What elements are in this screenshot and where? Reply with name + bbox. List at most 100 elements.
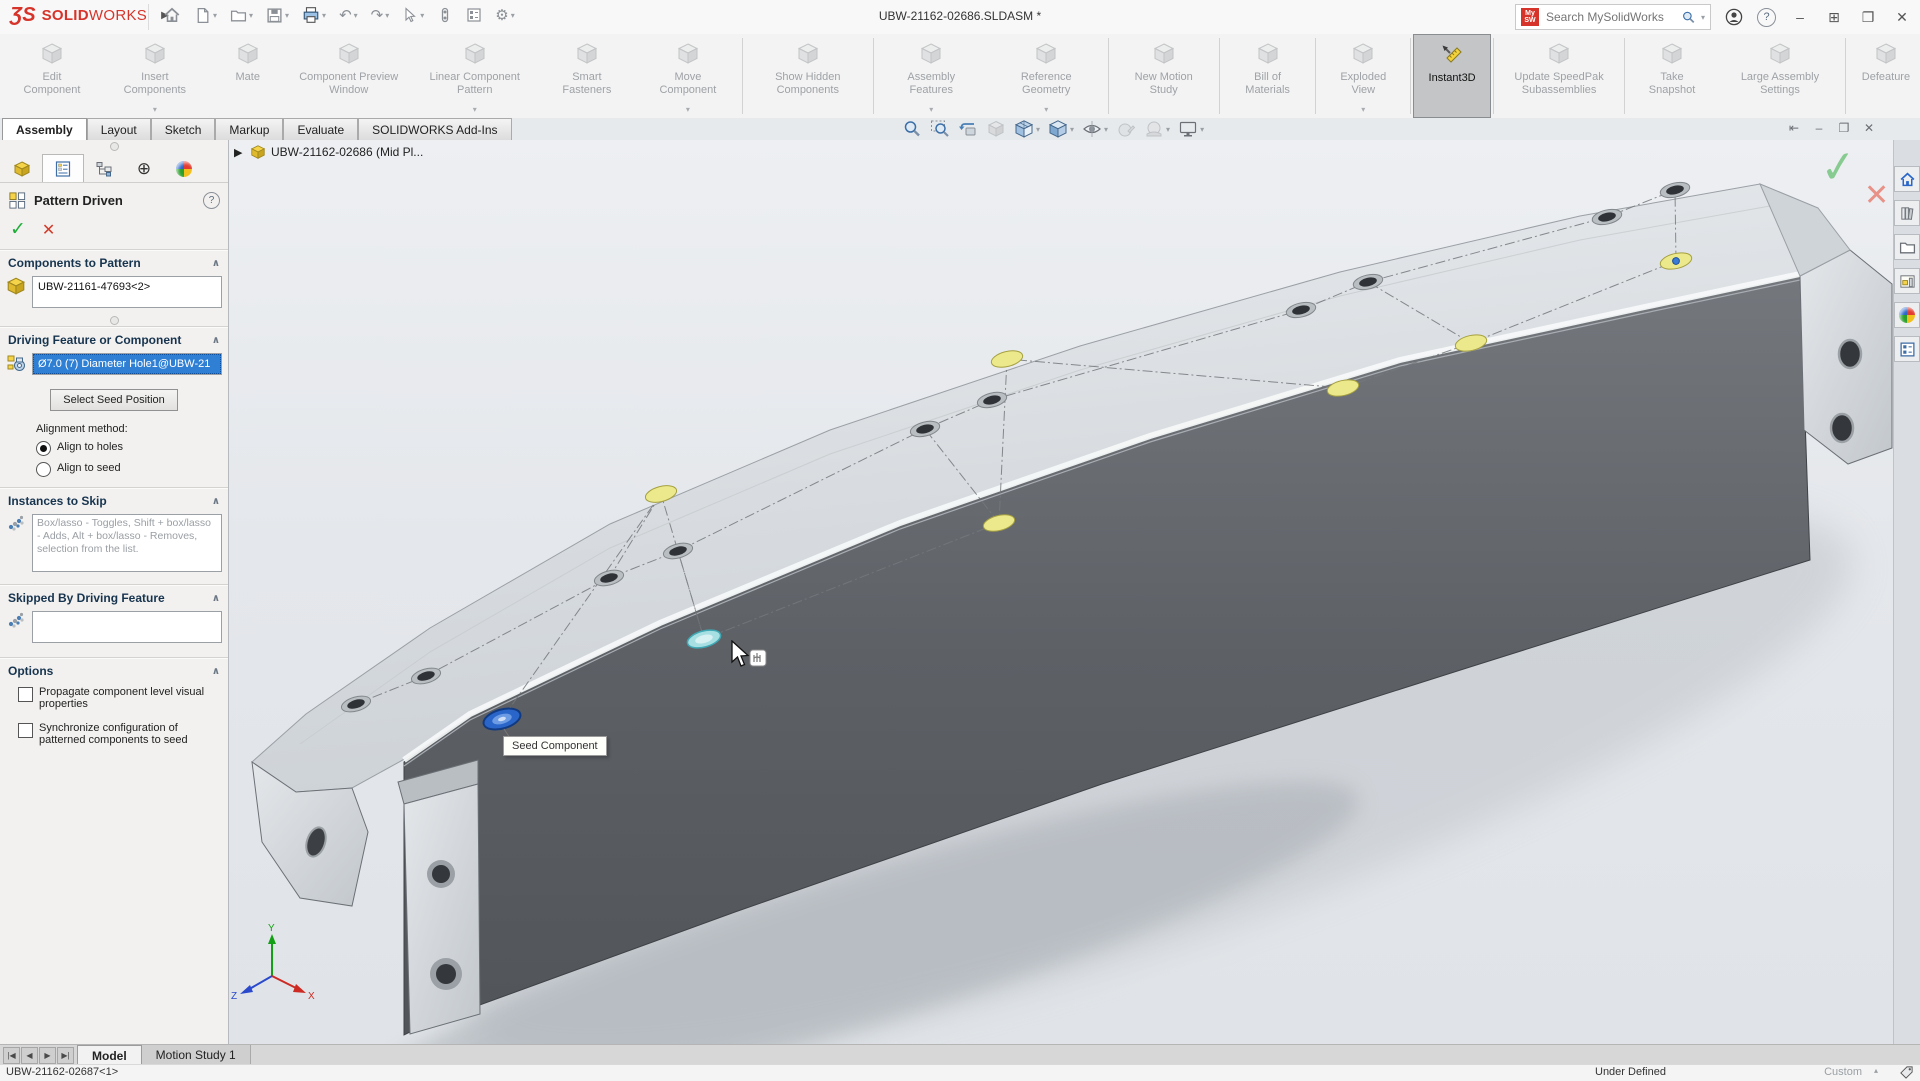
- dropdown-icon[interactable]: ▾: [1044, 105, 1048, 116]
- display-style-icon[interactable]: ▾: [1048, 119, 1074, 139]
- confirm-cancel-button[interactable]: ✕: [1864, 178, 1889, 213]
- radio-selected-icon[interactable]: [36, 441, 51, 456]
- tab-evaluate[interactable]: Evaluate: [283, 118, 358, 140]
- ribbon-assembly-features[interactable]: Assembly Features▾: [876, 34, 987, 118]
- driving-feature-header[interactable]: Driving Feature or Component∧: [0, 327, 228, 351]
- zoom-to-area-icon[interactable]: [930, 119, 950, 139]
- tab-markup[interactable]: Markup: [215, 118, 283, 140]
- home-tab-icon[interactable]: [1894, 166, 1920, 192]
- last-tab-icon[interactable]: ▶|: [57, 1047, 74, 1064]
- radio-icon[interactable]: [36, 462, 51, 477]
- featuremanager-tab[interactable]: [2, 155, 42, 182]
- panel-splitter[interactable]: [0, 140, 228, 152]
- previous-view-icon[interactable]: [958, 119, 978, 139]
- confirm-ok-button[interactable]: ✓: [1817, 140, 1859, 195]
- dropdown-icon[interactable]: ▾: [473, 105, 477, 116]
- doc-minimize-icon[interactable]: –: [1811, 121, 1827, 135]
- ribbon-exploded-view[interactable]: Exploded View▾: [1318, 34, 1408, 118]
- tab-layout[interactable]: Layout: [87, 118, 151, 140]
- minimize-button[interactable]: –: [1790, 9, 1810, 25]
- component-item[interactable]: UBW-21161-47693<2>: [33, 277, 221, 297]
- skipped-by-driving-header[interactable]: Skipped By Driving Feature∧: [0, 585, 228, 609]
- appearances-icon[interactable]: [1894, 302, 1920, 328]
- user-account-icon[interactable]: [1725, 8, 1743, 26]
- ribbon-show-hidden-components[interactable]: Show Hidden Components: [745, 34, 871, 118]
- ribbon-edit-component[interactable]: Edit Component: [4, 34, 100, 118]
- synchronize-configuration-option[interactable]: Synchronize configuration of patterned c…: [0, 718, 228, 748]
- section-view-icon[interactable]: [986, 119, 1006, 139]
- dock-pane-icon[interactable]: ⇤: [1786, 121, 1802, 135]
- apply-scene-icon[interactable]: ▾: [1144, 119, 1170, 139]
- collapse-icon[interactable]: ∧: [212, 593, 220, 604]
- pm-cancel-button[interactable]: ✕: [42, 220, 55, 240]
- driving-feature-item[interactable]: Ø7.0 (7) Diameter Hole1@UBW-21: [33, 354, 221, 374]
- view-settings-icon[interactable]: ▾: [1178, 119, 1204, 139]
- collapse-icon[interactable]: ∧: [212, 258, 220, 269]
- model-tab[interactable]: Model: [77, 1045, 142, 1065]
- search-box[interactable]: My SW ▾: [1515, 4, 1711, 30]
- options-header[interactable]: Options∧: [0, 658, 228, 682]
- pm-help-icon[interactable]: ?: [203, 192, 220, 209]
- help-icon[interactable]: ?: [1757, 8, 1776, 27]
- instances-to-skip-header[interactable]: Instances to Skip∧: [0, 488, 228, 512]
- displaymanager-tab[interactable]: [164, 155, 204, 182]
- propagate-visual-properties-option[interactable]: Propagate component level visual propert…: [0, 682, 228, 712]
- dimxpertmanager-tab[interactable]: ⊕: [124, 155, 164, 182]
- motion-study-tab[interactable]: Motion Study 1: [142, 1045, 251, 1065]
- right-flange-hole[interactable]: [1839, 340, 1861, 368]
- search-dropdown-icon[interactable]: ▾: [1701, 13, 1705, 22]
- ribbon-take-snapshot[interactable]: Take Snapshot: [1627, 34, 1717, 118]
- collapse-icon[interactable]: ∧: [212, 666, 220, 677]
- left-bracket-hole[interactable]: [436, 964, 456, 984]
- search-input[interactable]: [1544, 9, 1676, 25]
- tag-icon[interactable]: [1899, 1065, 1914, 1080]
- model-3d-view[interactable]: Y X Z: [228, 140, 1894, 1044]
- ribbon-bill-of-materials[interactable]: Bill of Materials: [1222, 34, 1314, 118]
- edit-appearance-icon[interactable]: [1116, 119, 1136, 139]
- left-bracket-face[interactable]: [404, 784, 480, 1034]
- ribbon-update-speedpak[interactable]: Update SpeedPak Subassemblies: [1496, 34, 1622, 118]
- propertymanager-tab[interactable]: [42, 154, 84, 182]
- dropdown-icon[interactable]: ▾: [1361, 105, 1365, 116]
- dropdown-icon[interactable]: ▾: [153, 105, 157, 116]
- close-button[interactable]: ✕: [1892, 9, 1912, 26]
- ribbon-instant3d[interactable]: Instant3D: [1413, 34, 1491, 118]
- graphics-viewport[interactable]: Y X Z ▶ UBW-21162-02686 (Mid Pl... ✓ ✕ S…: [228, 140, 1894, 1044]
- tab-solidworks-add-ins[interactable]: SOLIDWORKS Add-Ins: [358, 118, 511, 140]
- custom-properties-icon[interactable]: [1894, 336, 1920, 362]
- dropdown-icon[interactable]: ▾: [929, 105, 933, 116]
- hide-show-items-icon[interactable]: ▾: [1082, 119, 1108, 139]
- configurationmanager-tab[interactable]: [84, 155, 124, 182]
- collapse-icon[interactable]: ∧: [212, 496, 220, 507]
- doc-close-icon[interactable]: ✕: [1861, 121, 1877, 135]
- ribbon-mate[interactable]: Mate: [210, 34, 286, 118]
- align-to-holes-option[interactable]: Align to holes: [0, 437, 228, 458]
- right-flange-hole[interactable]: [1831, 414, 1853, 442]
- zoom-to-fit-icon[interactable]: [902, 119, 922, 139]
- ribbon-new-motion-study[interactable]: New Motion Study: [1111, 34, 1217, 118]
- span-displays-button[interactable]: ⊞: [1824, 9, 1844, 26]
- file-explorer-icon[interactable]: [1894, 234, 1920, 260]
- dropdown-icon[interactable]: ▾: [686, 105, 690, 116]
- tab-assembly[interactable]: Assembly: [2, 118, 87, 140]
- collapse-icon[interactable]: ∧: [212, 335, 220, 346]
- ribbon-smart-fasteners[interactable]: Smart Fasteners: [538, 34, 636, 118]
- checkbox-icon[interactable]: [18, 687, 33, 702]
- restore-button[interactable]: ❐: [1858, 9, 1878, 26]
- custom-dropdown-icon[interactable]: ▴: [1874, 1066, 1878, 1075]
- ribbon-reference-geometry[interactable]: Reference Geometry▾: [987, 34, 1106, 118]
- select-seed-position-button[interactable]: Select Seed Position: [50, 389, 178, 411]
- ribbon-linear-component-pattern[interactable]: Linear Component Pattern▾: [412, 34, 538, 118]
- doc-restore-icon[interactable]: ❐: [1836, 121, 1852, 135]
- instances-to-skip-list[interactable]: Box/lasso - Toggles, Shift + box/lasso -…: [32, 514, 222, 572]
- view-palette-icon[interactable]: [1894, 268, 1920, 294]
- components-to-pattern-header[interactable]: Components to Pattern∧: [0, 250, 228, 274]
- ribbon-insert-components[interactable]: Insert Components▾: [100, 34, 210, 118]
- ribbon-move-component[interactable]: Move Component▾: [636, 34, 740, 118]
- skipped-list[interactable]: [32, 611, 222, 643]
- ribbon-defeature[interactable]: Defeature: [1848, 34, 1920, 118]
- align-to-seed-option[interactable]: Align to seed: [0, 458, 228, 479]
- next-tab-icon[interactable]: ▶: [39, 1047, 56, 1064]
- design-library-icon[interactable]: [1894, 200, 1920, 226]
- ribbon-large-assembly-settings[interactable]: Large Assembly Settings: [1717, 34, 1843, 118]
